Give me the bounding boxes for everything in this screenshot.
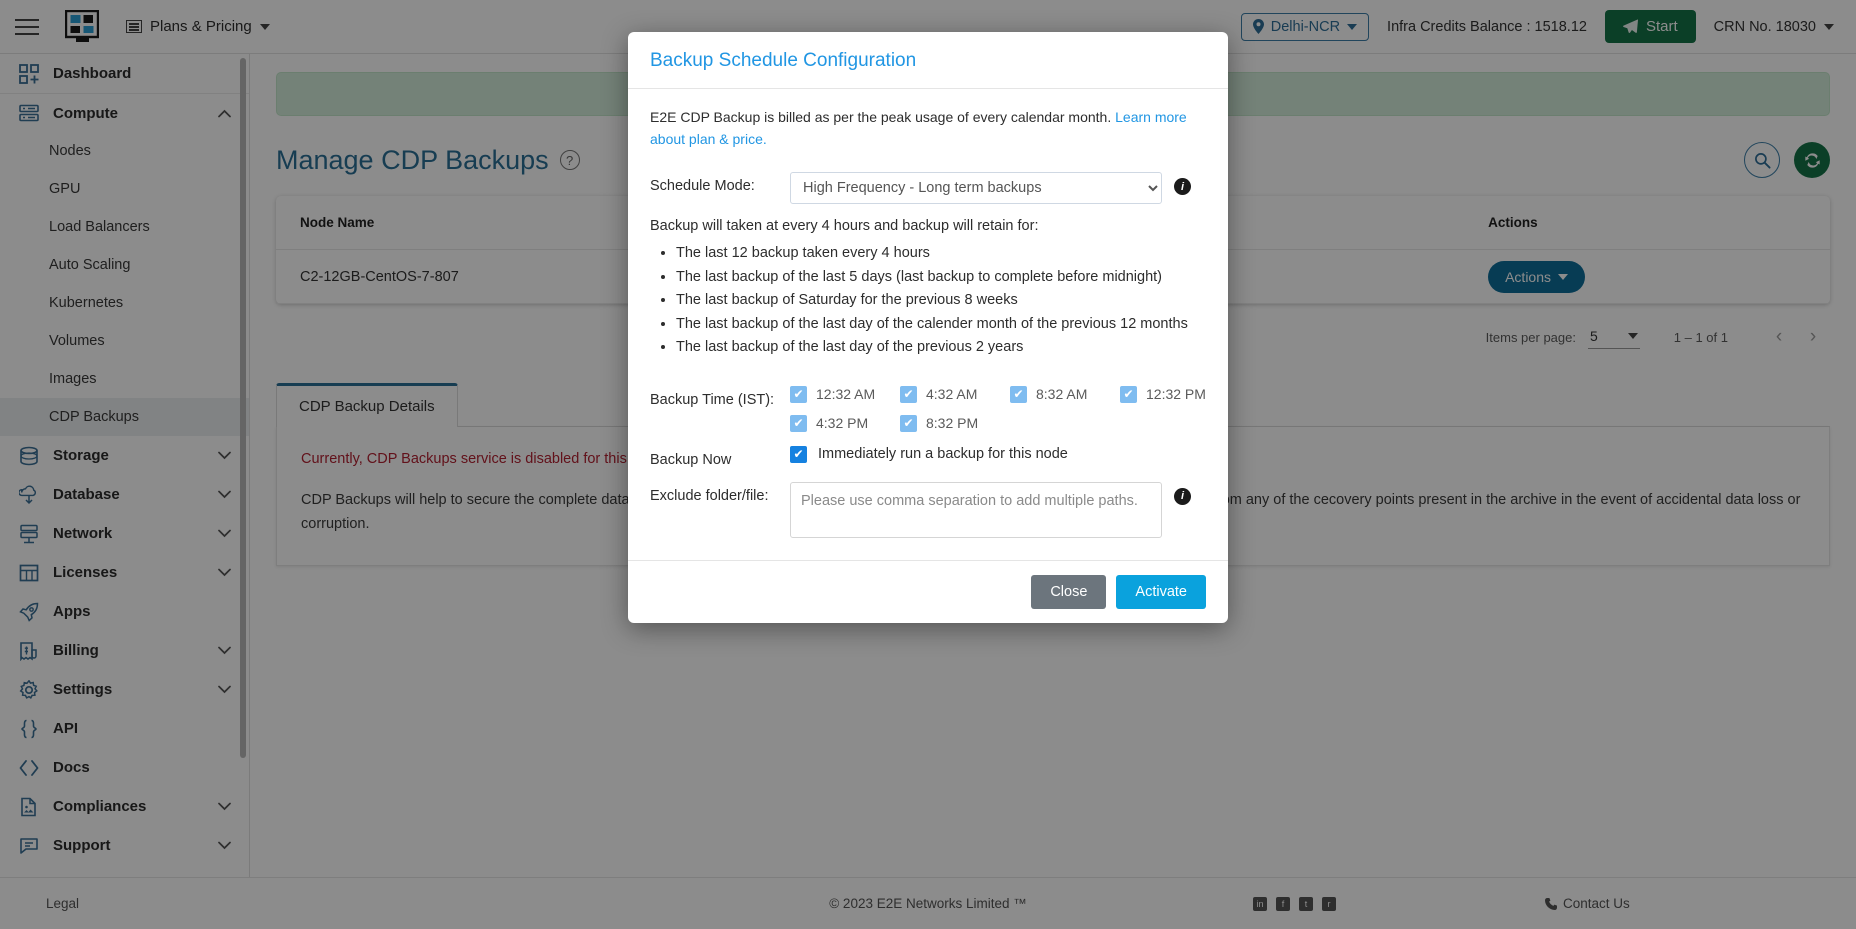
- exclude-row: Exclude folder/file: i: [650, 481, 1206, 538]
- backup-time-checkbox[interactable]: ✔: [900, 385, 917, 403]
- backup-time-item: ✔ 12:32 AM: [790, 385, 900, 403]
- backup-time-item: ✔ 8:32 AM: [1010, 385, 1120, 403]
- exclude-textarea[interactable]: [790, 481, 1162, 538]
- backup-schedule-configuration-dialog: Backup Schedule Configuration E2E CDP Ba…: [628, 32, 1228, 623]
- retention-item: The last backup of the last 5 days (last…: [676, 266, 1206, 289]
- dialog-footer: Close Activate: [628, 559, 1228, 623]
- backup-time-item: ✔ 8:32 PM: [900, 414, 1010, 432]
- info-icon[interactable]: i: [1174, 178, 1191, 196]
- backup-time-item: ✔ 12:32 PM: [1120, 385, 1230, 403]
- backup-time-label: Backup Time (IST):: [650, 391, 775, 408]
- backup-time-checkbox[interactable]: ✔: [790, 414, 807, 432]
- retention-item: The last backup of the last day of the c…: [676, 313, 1206, 336]
- retention-item: The last backup of Saturday for the prev…: [676, 289, 1206, 312]
- backup-time-label-1: 4:32 AM: [926, 386, 978, 403]
- backup-time-label-3: 12:32 PM: [1146, 386, 1206, 403]
- dialog-header: Backup Schedule Configuration: [628, 32, 1228, 89]
- backup-time-label-2: 8:32 AM: [1036, 386, 1088, 403]
- backup-time-row: Backup Time (IST): ✔ 12:32 AM ✔ 4:32 AM ✔ 8:3…: [650, 385, 1206, 432]
- retention-item: The last backup of the last day of the p…: [676, 336, 1206, 359]
- app-root: Plans & Pricing Delhi-NCR Infra Credits …: [0, 0, 1856, 929]
- schedule-mode-select[interactable]: High Frequency - Long term backups: [790, 172, 1162, 205]
- backup-time-item: ✔ 4:32 AM: [900, 385, 1010, 403]
- retention-lead-text: Backup will taken at every 4 hours and b…: [650, 218, 1039, 235]
- backup-time-checkbox-group: ✔ 12:32 AM ✔ 4:32 AM ✔ 8:32 AM ✔ 12:32 PM ✔ 4:32 …: [790, 385, 1230, 432]
- schedule-mode-row: Schedule Mode: High Frequency - Long ter…: [650, 172, 1206, 205]
- retention-list: The last 12 backup taken every 4 hoursTh…: [676, 242, 1206, 359]
- backup-now-label: Backup Now: [650, 451, 732, 468]
- close-button[interactable]: Close: [1031, 574, 1107, 609]
- dialog-title: Backup Schedule Configuration: [650, 50, 917, 71]
- schedule-mode-label: Schedule Mode:: [650, 178, 755, 195]
- dialog-body: E2E CDP Backup is billed as per the peak…: [628, 89, 1228, 560]
- retention-item: The last 12 backup taken every 4 hours: [676, 242, 1206, 265]
- billing-note: E2E CDP Backup is billed as per the peak…: [650, 107, 1206, 150]
- backup-now-text: Immediately run a backup for this node: [818, 446, 1068, 463]
- activate-button[interactable]: Activate: [1116, 574, 1206, 609]
- billing-note-text: E2E CDP Backup is billed as per the peak…: [650, 109, 1116, 125]
- backup-time-checkbox[interactable]: ✔: [1120, 385, 1137, 403]
- backup-time-label-5: 8:32 PM: [926, 415, 979, 432]
- backup-now-row: Backup Now ✔ Immediately run a backup fo…: [650, 445, 1206, 468]
- backup-time-checkbox[interactable]: ✔: [1010, 385, 1027, 403]
- info-icon[interactable]: i: [1174, 487, 1191, 505]
- backup-time-checkbox[interactable]: ✔: [900, 414, 917, 432]
- backup-now-checkbox[interactable]: ✔: [790, 445, 807, 463]
- backup-time-label-0: 12:32 AM: [816, 386, 876, 403]
- backup-time-label-4: 4:32 PM: [816, 415, 869, 432]
- backup-time-item: ✔ 4:32 PM: [790, 414, 900, 432]
- exclude-label: Exclude folder/file:: [650, 487, 769, 504]
- backup-time-checkbox[interactable]: ✔: [790, 385, 807, 403]
